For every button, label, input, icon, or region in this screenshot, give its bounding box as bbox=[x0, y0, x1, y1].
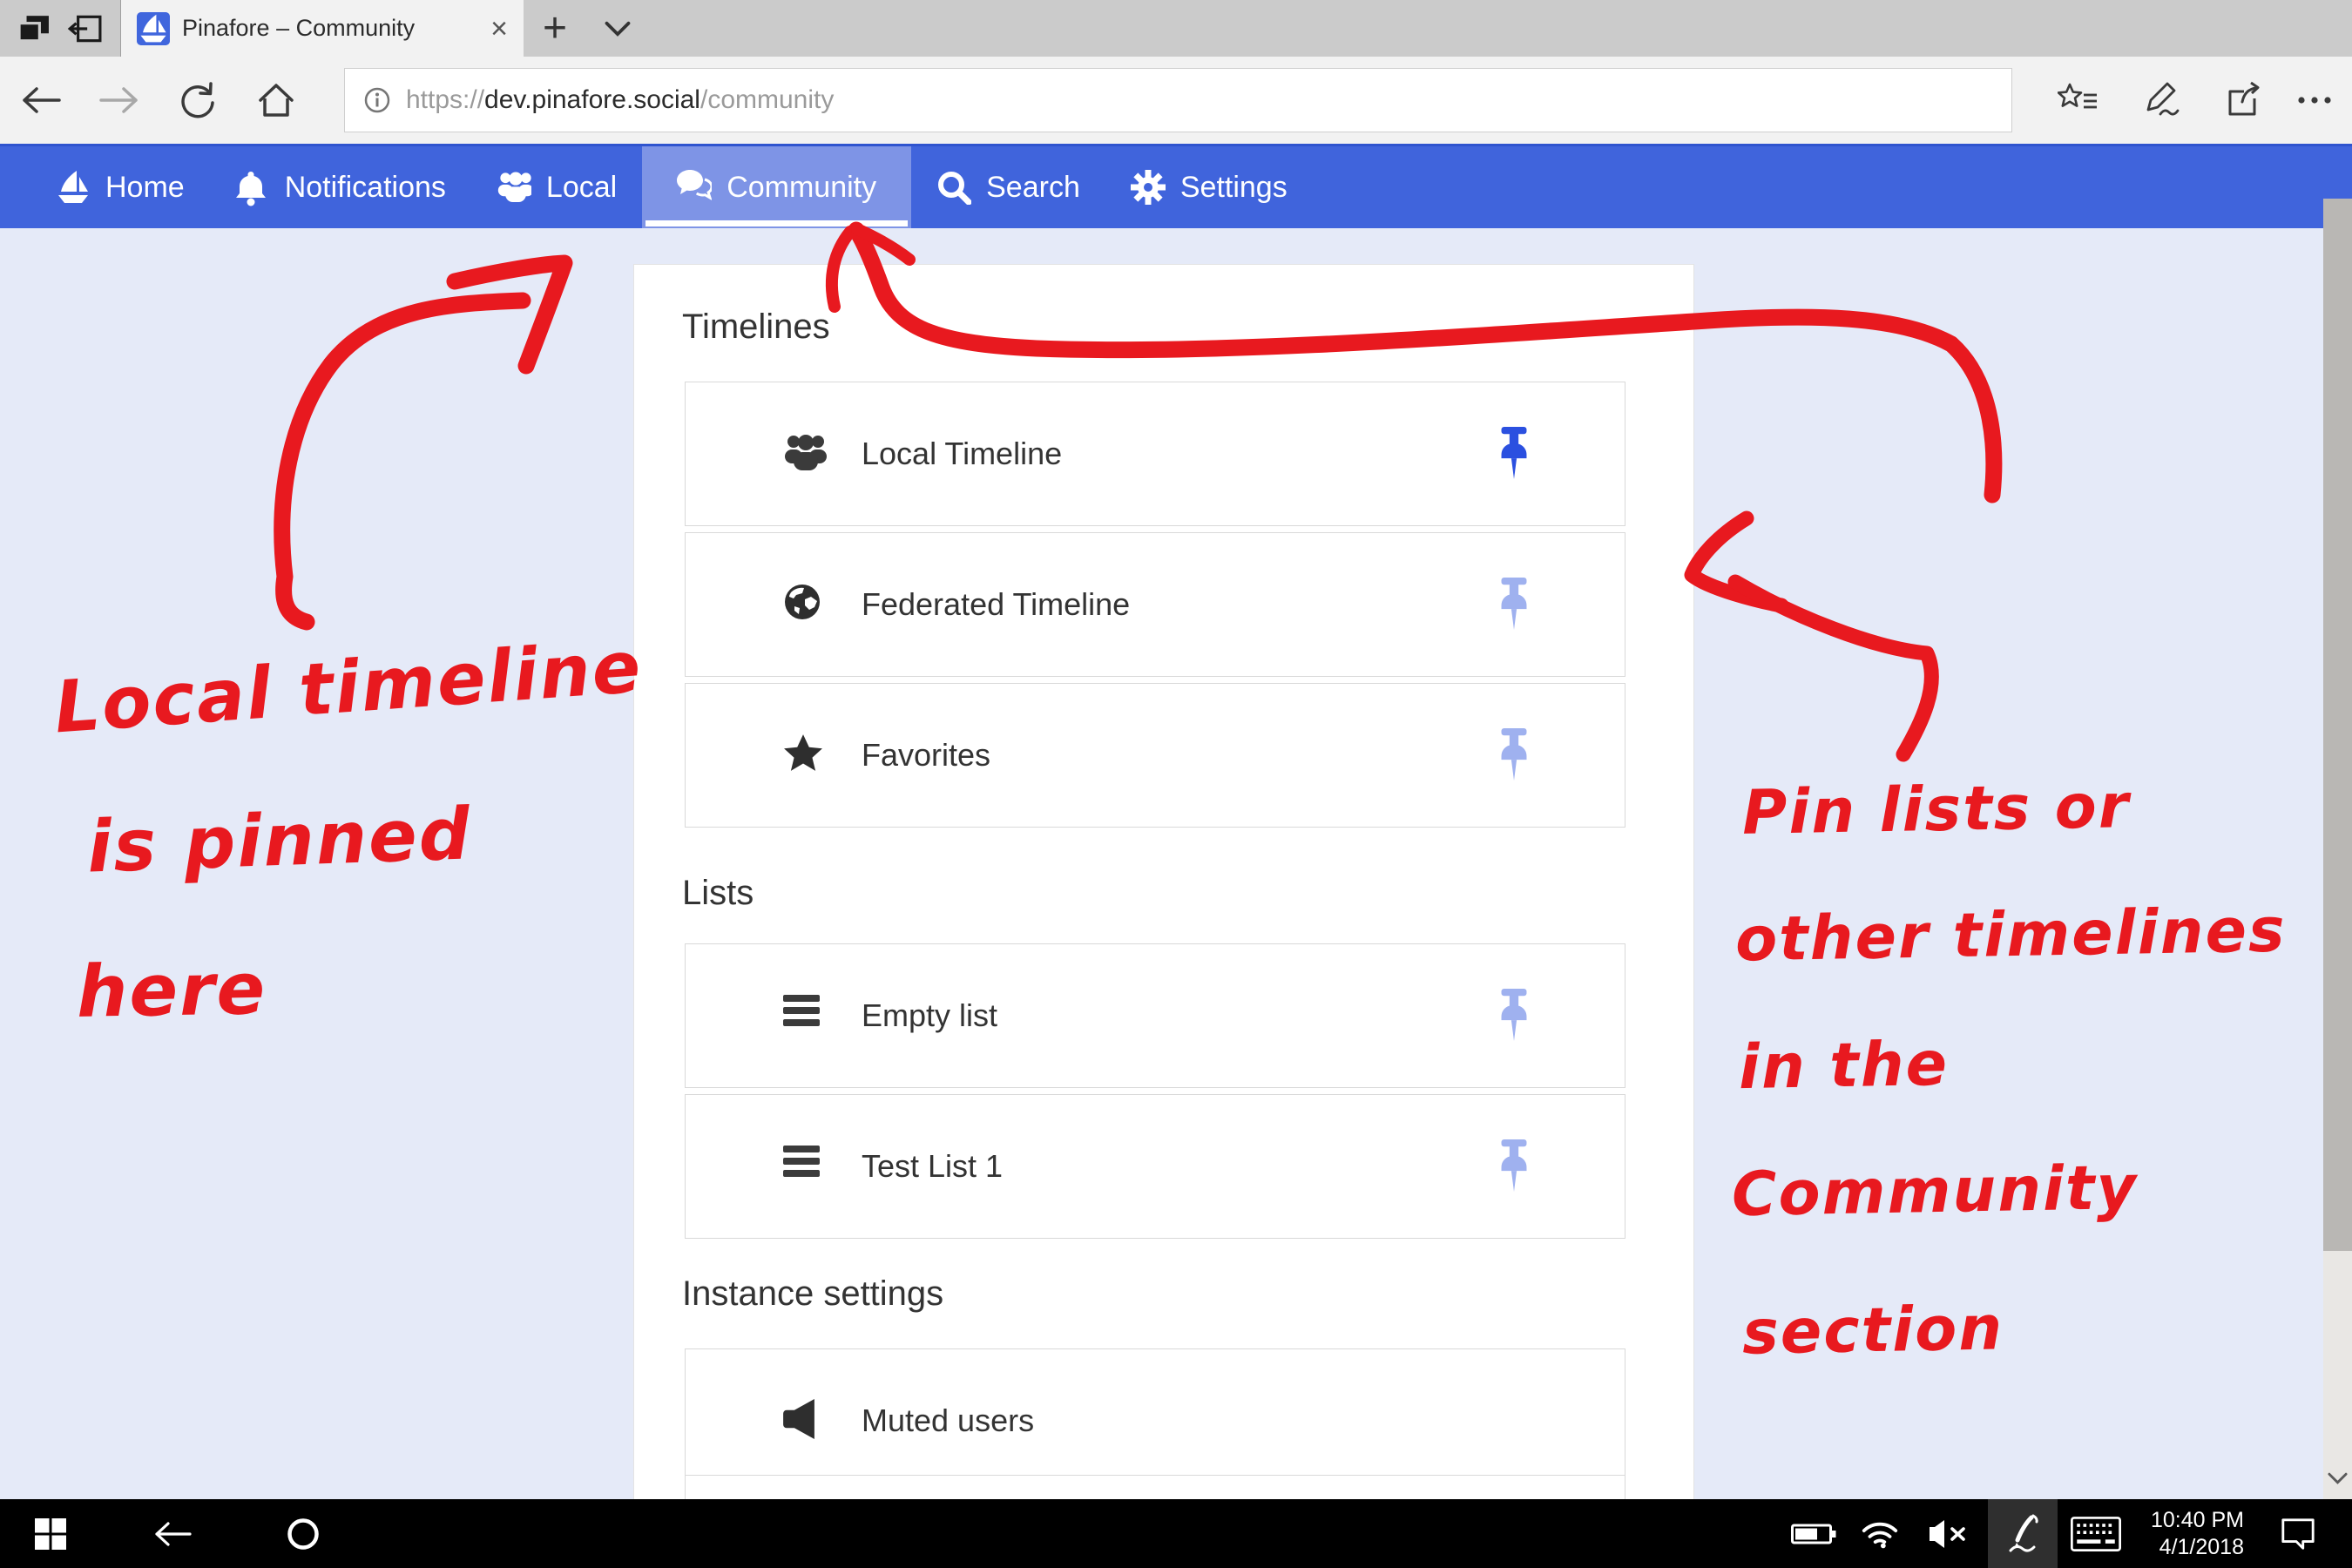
scrollbar-thumb[interactable] bbox=[2323, 199, 2352, 1251]
row-label: Local Timeline bbox=[862, 436, 1062, 472]
mute-icon bbox=[783, 1399, 827, 1443]
pinafore-favicon bbox=[137, 12, 170, 45]
row-test-list-1[interactable]: Test List 1 bbox=[685, 1094, 1625, 1239]
list-icon bbox=[783, 994, 827, 1037]
site-info-icon[interactable] bbox=[364, 87, 390, 113]
row-local-timeline[interactable]: Local Timeline bbox=[685, 382, 1625, 526]
star-icon bbox=[783, 733, 827, 777]
gear-icon bbox=[1131, 170, 1166, 205]
browser-tab-active[interactable]: Pinafore – Community × bbox=[121, 0, 524, 57]
search-icon bbox=[936, 170, 971, 205]
list-icon bbox=[783, 1145, 827, 1188]
nav-label: Home bbox=[105, 171, 185, 205]
tab-list-chevron-icon[interactable] bbox=[586, 0, 649, 57]
nav-item-home[interactable]: Home bbox=[30, 146, 210, 228]
nav-item-community[interactable]: Community bbox=[642, 146, 911, 228]
forward-icon[interactable] bbox=[89, 57, 150, 144]
address-bar[interactable]: https://dev.pinafore.social/community bbox=[344, 68, 2012, 132]
more-options-icon[interactable] bbox=[2284, 57, 2345, 144]
battery-icon[interactable] bbox=[1784, 1499, 1843, 1568]
browser-tab-bar: Pinafore – Community × + bbox=[0, 0, 2352, 57]
row-label: Federated Timeline bbox=[862, 586, 1130, 623]
ink-note-left-line: here bbox=[76, 948, 267, 1034]
set-tabs-aside-icon[interactable] bbox=[67, 15, 102, 43]
row-label: Favorites bbox=[862, 737, 990, 774]
pinafore-nav-bar: Home Notifications Local Community Searc… bbox=[0, 144, 2352, 228]
volume-muted-icon[interactable] bbox=[1916, 1499, 1979, 1568]
pin-icon[interactable] bbox=[1497, 989, 1531, 1043]
pin-icon[interactable] bbox=[1497, 1139, 1531, 1193]
row-label: Empty list bbox=[862, 997, 997, 1034]
people-icon bbox=[783, 432, 827, 476]
row-federated-timeline[interactable]: Federated Timeline bbox=[685, 532, 1625, 677]
favorites-hub-icon[interactable] bbox=[2047, 57, 2108, 144]
cortana-icon[interactable] bbox=[277, 1499, 329, 1568]
web-note-pen-icon[interactable] bbox=[2131, 57, 2192, 144]
nav-label: Community bbox=[727, 171, 876, 205]
chat-icon bbox=[677, 170, 712, 205]
start-button[interactable] bbox=[24, 1499, 77, 1568]
browser-toolbar: https://dev.pinafore.social/community bbox=[0, 57, 2352, 144]
people-icon bbox=[497, 170, 531, 205]
share-icon[interactable] bbox=[2214, 57, 2275, 144]
globe-icon bbox=[783, 583, 827, 626]
nav-item-settings[interactable]: Settings bbox=[1105, 146, 1313, 228]
row-muted-users[interactable]: Muted users bbox=[685, 1348, 1625, 1493]
ink-note-right-line: section bbox=[1741, 1292, 2004, 1368]
nav-label: Local bbox=[546, 171, 617, 205]
page-scrollbar[interactable] bbox=[2323, 199, 2352, 1499]
pin-icon[interactable] bbox=[1497, 578, 1531, 632]
scrollbar-down-icon[interactable] bbox=[2328, 1472, 2348, 1489]
ink-note-left-line: is pinned bbox=[85, 793, 472, 889]
ink-note-right-line: other timelines bbox=[1734, 894, 2287, 975]
taskbar-clock[interactable]: 10:40 PM 4/1/2018 bbox=[2132, 1499, 2244, 1568]
tab-title: Pinafore – Community bbox=[182, 15, 478, 42]
new-tab-button[interactable]: + bbox=[524, 0, 586, 57]
tab-close-icon[interactable]: × bbox=[490, 14, 508, 44]
row-label: Muted users bbox=[862, 1402, 1034, 1439]
pin-icon[interactable] bbox=[1497, 427, 1531, 481]
url-text: https://dev.pinafore.social/community bbox=[406, 85, 834, 115]
bell-icon bbox=[235, 170, 270, 205]
ink-note-right-line: Community bbox=[1731, 1152, 2138, 1230]
tab-preview-icon[interactable] bbox=[18, 15, 50, 43]
section-heading-timelines: Timelines bbox=[682, 308, 830, 347]
community-card: Timelines Local Timeline Federated Timel… bbox=[633, 264, 1694, 1536]
edge-browser-window: Pinafore – Community × + bbox=[0, 0, 2352, 1568]
home-icon[interactable] bbox=[246, 57, 307, 144]
row-favorites[interactable]: Favorites bbox=[685, 683, 1625, 828]
clock-date: 4/1/2018 bbox=[2159, 1534, 2244, 1561]
ink-note-right-line: in the bbox=[1738, 1028, 1949, 1103]
pin-icon[interactable] bbox=[1497, 728, 1531, 782]
nav-label: Search bbox=[986, 171, 1080, 205]
action-center-icon[interactable] bbox=[2270, 1499, 2326, 1568]
row-empty-list[interactable]: Empty list bbox=[685, 943, 1625, 1088]
section-heading-instance-settings: Instance settings bbox=[682, 1274, 943, 1314]
section-heading-lists: Lists bbox=[682, 874, 754, 913]
windows-ink-pen-icon[interactable] bbox=[1988, 1499, 2058, 1568]
back-icon[interactable] bbox=[10, 57, 71, 144]
taskbar-back-icon[interactable] bbox=[146, 1499, 199, 1568]
tab-tools bbox=[0, 0, 121, 57]
nav-label: Settings bbox=[1180, 171, 1288, 205]
ink-note-right-line: Pin lists or bbox=[1741, 770, 2131, 848]
nav-item-notifications[interactable]: Notifications bbox=[210, 146, 471, 228]
wifi-icon[interactable] bbox=[1850, 1499, 1909, 1568]
windows-taskbar: 10:40 PM 4/1/2018 bbox=[0, 1499, 2352, 1568]
refresh-icon[interactable] bbox=[167, 57, 228, 144]
row-label: Test List 1 bbox=[862, 1148, 1003, 1185]
sailboat-icon bbox=[56, 170, 91, 205]
nav-item-search[interactable]: Search bbox=[911, 146, 1105, 228]
nav-label: Notifications bbox=[285, 171, 446, 205]
touch-keyboard-icon[interactable] bbox=[2063, 1499, 2129, 1568]
nav-item-local[interactable]: Local bbox=[471, 146, 642, 228]
clock-time: 10:40 PM bbox=[2151, 1507, 2244, 1534]
